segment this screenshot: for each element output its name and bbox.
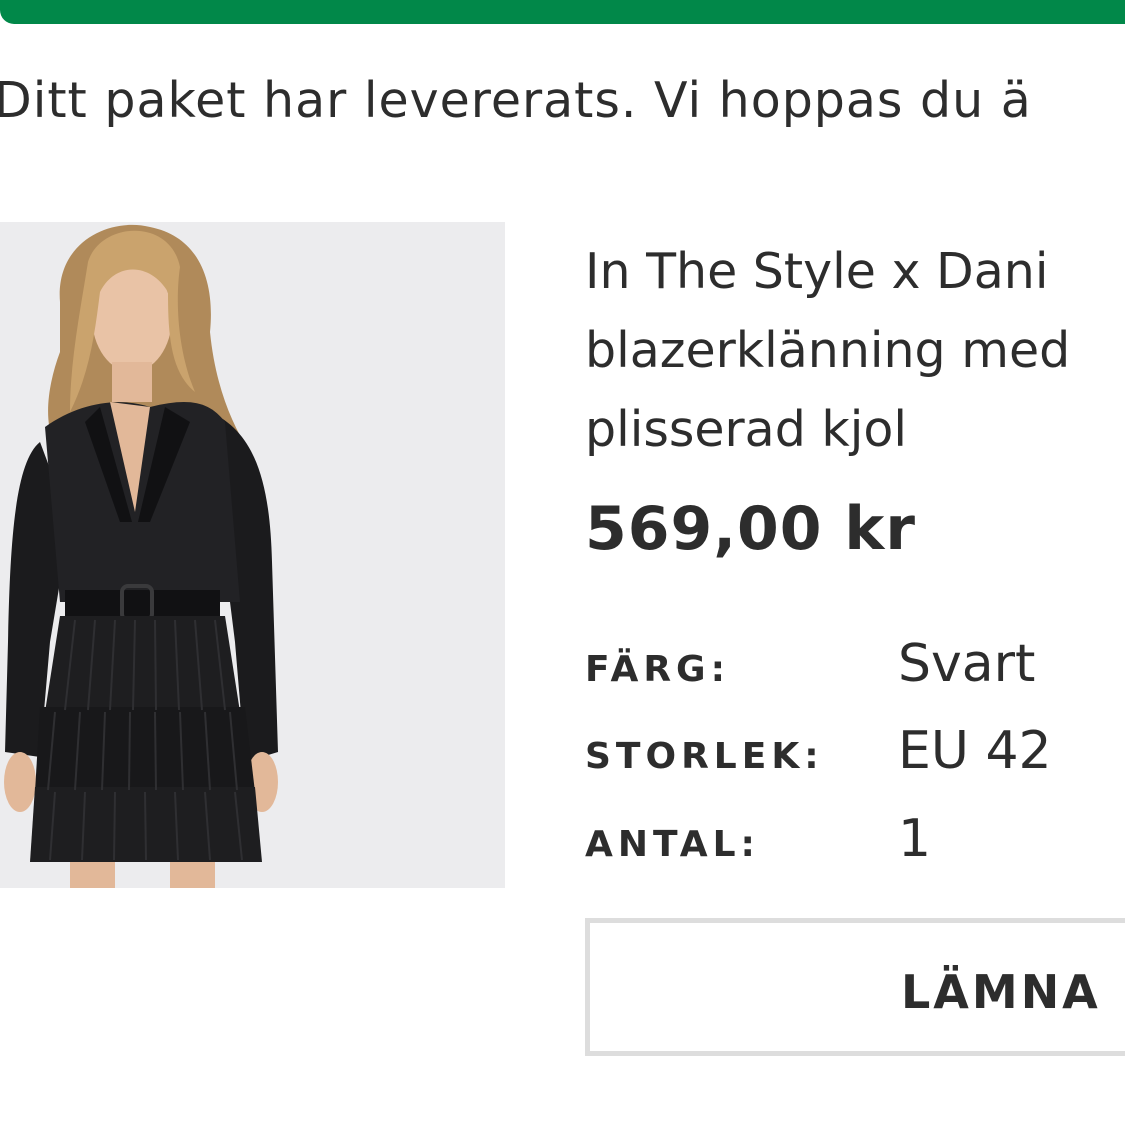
product-title-line: blazerklänning med [585,322,1071,379]
order-details-page: Ditt paket har levererats. Vi hoppas du … [0,0,1125,1125]
size-label: STORLEK: [585,736,824,777]
color-value: Svart [898,634,1036,694]
product-image[interactable] [0,222,505,888]
quantity-label: ANTAL: [585,824,760,865]
attribute-row-size: STORLEK: EU 42 [585,717,1125,781]
product-title-line: In The Style x Dani [585,243,1049,300]
product-title[interactable]: In The Style x Dani blazerklänning med p… [585,232,1125,469]
quantity-value: 1 [898,809,932,869]
attribute-row-color: FÄRG: Svart [585,630,1125,694]
return-button-label: LÄMNA [901,965,1101,1019]
return-button[interactable]: LÄMNA [585,918,1125,1056]
status-banner [0,0,1125,24]
attribute-row-quantity: ANTAL: 1 [585,805,1125,869]
product-title-line: plisserad kjol [585,401,907,458]
delivery-status-message: Ditt paket har levererats. Vi hoppas du … [0,72,1032,129]
product-photo-icon [0,222,505,888]
product-price: 569,00 kr [585,494,916,564]
color-label: FÄRG: [585,649,730,690]
size-value: EU 42 [898,721,1052,781]
